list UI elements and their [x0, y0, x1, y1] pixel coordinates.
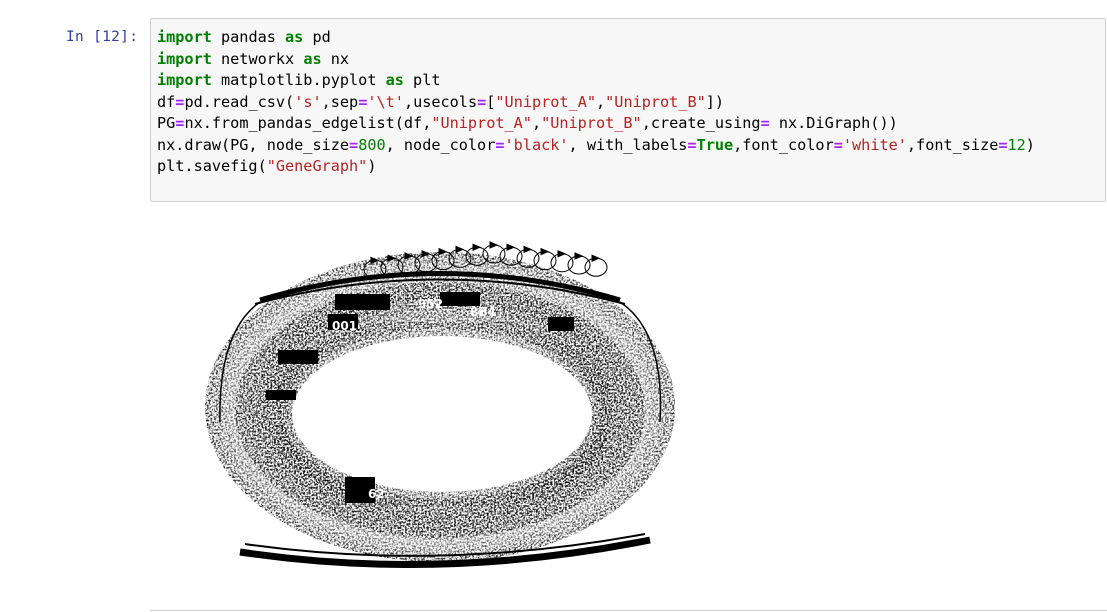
code-token: import — [157, 71, 212, 89]
code-token: = — [358, 92, 368, 111]
code-token: '\t' — [367, 92, 404, 111]
code-token: ,usecols — [403, 92, 478, 111]
code-token: "GeneGraph" — [266, 157, 368, 175]
code-token: nx.draw(PG, node_size — [157, 135, 350, 154]
code-line: nx.draw(PG, node_size=800, node_color='b… — [157, 136, 1035, 154]
code-line: import matplotlib.pyplot as plt — [157, 71, 440, 89]
code-token: PG — [157, 114, 176, 132]
code-token: import — [157, 28, 212, 46]
code-token: , node_color — [385, 135, 496, 154]
code-token: as — [285, 28, 304, 46]
code-token: ) — [367, 157, 377, 175]
arrow-head — [455, 245, 465, 254]
code-token: plt.savefig( — [157, 157, 267, 175]
code-token: 12 — [1007, 135, 1026, 154]
node-label: 8B4 — [470, 305, 496, 319]
code-token: , — [531, 114, 542, 132]
code-token: matplotlib.pyplot — [211, 71, 386, 89]
code-token: = — [349, 135, 359, 154]
code-token: pd — [303, 28, 331, 46]
code-line: PG = nx.from_pandas_edgelist(df,"Uniprot_A… — [157, 114, 898, 132]
code-token: pandas — [211, 28, 286, 46]
cell-divider — [150, 610, 1107, 611]
self-loop — [584, 257, 608, 277]
node-label: 952 — [418, 297, 443, 311]
arrow-head — [506, 243, 516, 251]
code-token: 's' — [294, 92, 322, 111]
code-token: ,sep — [321, 92, 359, 111]
code-token: plt — [403, 71, 441, 89]
code-token: ]) — [705, 92, 725, 111]
arrow-head — [489, 241, 499, 249]
code-token: nx.from_pandas_edgelist(df, — [184, 114, 432, 132]
code-line: plt.savefig("GeneGraph") — [157, 157, 376, 175]
code-token: 'white' — [842, 135, 907, 154]
code-token: import — [157, 49, 212, 68]
code-token: = — [833, 135, 843, 154]
code-token: df — [157, 92, 176, 111]
code-token: ,font_color — [733, 135, 834, 154]
cell-prompt: In [12]: — [66, 29, 139, 45]
code-token: networkx — [211, 49, 304, 68]
code-line: import networkx as nx — [157, 50, 349, 68]
arrow-head — [574, 252, 584, 260]
code-token: "Uniprot_A" — [495, 92, 596, 111]
arrow-head — [557, 250, 567, 258]
arrow-head — [540, 247, 550, 256]
code-line: df=pd.read_csv('s',sep='\t',usecols=["Un… — [157, 93, 724, 111]
gene-graph-image: 952 8B4 001 62 — [205, 241, 675, 568]
code-token: "Uniprot_B" — [605, 92, 706, 111]
code-token: as — [385, 71, 404, 89]
code-token: nx.DiGraph()) — [769, 114, 898, 132]
code-token: = — [495, 135, 505, 154]
code-token: pd.read_csv( — [184, 92, 295, 111]
code-cell-input[interactable]: import pandas as pd import networkx as n… — [150, 18, 1106, 202]
code-token: as — [303, 49, 322, 68]
cell-output: 952 8B4 001 62 — [200, 222, 690, 582]
arrow-head — [591, 254, 601, 262]
node-label: 001 — [332, 319, 357, 333]
code-token: nx — [321, 49, 350, 68]
code-token: "Uniprot_B" — [541, 114, 642, 132]
code-token: "Uniprot_A" — [431, 114, 532, 132]
code-token: = — [760, 114, 770, 132]
code-token: = — [998, 135, 1008, 154]
code-line: import pandas as pd — [157, 28, 331, 46]
code-editor[interactable]: import pandas as pd import networkx as n… — [157, 27, 1035, 178]
code-token: , — [596, 92, 606, 111]
code-token: ) — [1025, 135, 1035, 154]
code-token: True — [696, 135, 734, 154]
code-token: = — [687, 135, 697, 154]
code-token: 'black' — [504, 135, 569, 154]
arrow-head — [523, 245, 533, 254]
code-token: , with_labels — [568, 135, 688, 154]
code-token: ,font_size — [906, 135, 999, 154]
code-token: 800 — [358, 135, 386, 154]
arrow-head — [472, 243, 482, 251]
code-token: ,create_using — [641, 114, 761, 132]
code-token: = — [477, 92, 487, 111]
node-label: 62 — [368, 487, 385, 501]
